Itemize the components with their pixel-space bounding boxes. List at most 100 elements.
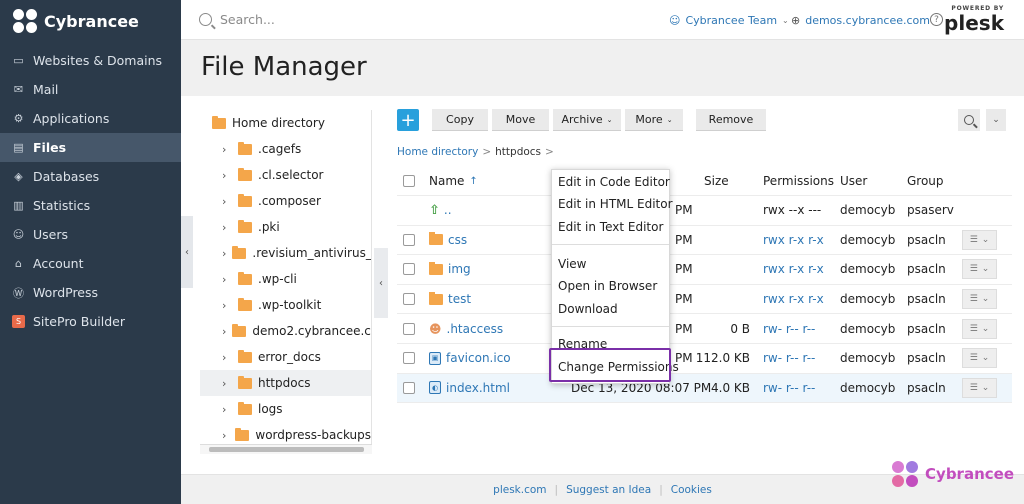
tree-item[interactable]: › .pki xyxy=(200,214,371,240)
row-menu-button[interactable]: ☰ ⌄ xyxy=(962,314,997,343)
sidebar-item-databases[interactable]: ◈ Databases xyxy=(0,162,181,191)
row-checkbox[interactable] xyxy=(403,285,415,314)
toolbar-options-button[interactable]: ⌄ xyxy=(986,109,1006,131)
column-group[interactable]: Group xyxy=(907,167,944,195)
row-checkbox[interactable] xyxy=(403,226,415,255)
column-name[interactable]: Name ↑ xyxy=(429,167,478,195)
menu-item-view[interactable]: View xyxy=(558,257,586,271)
remove-button[interactable]: Remove xyxy=(696,109,766,131)
more-dropdown[interactable]: More ⌄ xyxy=(625,109,683,131)
tree-collapse-button[interactable]: ‹ xyxy=(374,248,388,318)
tree-item[interactable]: › demo2.cybrancee.com xyxy=(200,318,371,344)
column-user[interactable]: User xyxy=(840,167,867,195)
team-dropdown[interactable]: ☺ Cybrancee Team ⌄ xyxy=(669,0,789,40)
sidebar-item-mail[interactable]: ✉ Mail xyxy=(0,75,181,104)
tree-item-selected[interactable]: › httpdocs xyxy=(200,370,371,396)
column-permissions[interactable]: Permissions xyxy=(763,167,834,195)
row-checkbox[interactable] xyxy=(403,255,415,284)
chevron-right-icon[interactable]: › xyxy=(222,351,232,364)
file-name[interactable]: .htaccess xyxy=(447,322,504,336)
file-name[interactable]: index.html xyxy=(446,381,510,395)
permissions-link[interactable]: rwx r-x r-x xyxy=(763,292,824,306)
tree-root[interactable]: Home directory xyxy=(200,110,371,136)
tree-item[interactable]: › .cagefs xyxy=(200,136,371,162)
scrollbar-thumb[interactable] xyxy=(209,447,364,452)
table-row[interactable]: ◐ index.html Dec 13, 2020 08:07 PM 4.0 KB… xyxy=(397,373,1012,404)
tree-item[interactable]: › .wp-toolkit xyxy=(200,292,371,318)
owner-group: psacln xyxy=(907,380,946,395)
chevron-right-icon[interactable]: › xyxy=(222,195,232,208)
tree-horizontal-scrollbar[interactable] xyxy=(200,444,372,454)
file-name[interactable]: .. xyxy=(444,203,452,217)
chevron-right-icon[interactable]: › xyxy=(222,429,229,442)
table-row[interactable]: img PM rwx r-x r-x democyb psacln ☰ ⌄ xyxy=(397,255,1012,285)
row-menu-button[interactable]: ☰ ⌄ xyxy=(962,344,997,373)
tree-item[interactable]: › error_docs xyxy=(200,344,371,370)
help-icon[interactable]: ? xyxy=(930,13,943,26)
tree-item[interactable]: › .cl.selector xyxy=(200,162,371,188)
file-name[interactable]: favicon.ico xyxy=(446,351,511,365)
move-button[interactable]: Move xyxy=(492,109,549,131)
chevron-right-icon[interactable]: › xyxy=(222,325,226,338)
tree-item[interactable]: › .revisium_antivirus_cach xyxy=(200,240,371,266)
chevron-right-icon[interactable]: › xyxy=(222,143,232,156)
sidebar-item-statistics[interactable]: ▥ Statistics xyxy=(0,191,181,220)
row-checkbox[interactable] xyxy=(403,314,415,343)
domain-link[interactable]: ⊕ demos.cybrancee.com xyxy=(791,0,930,40)
chevron-right-icon[interactable]: › xyxy=(222,403,232,416)
menu-item-edit-html[interactable]: Edit in HTML Editor xyxy=(558,197,673,211)
table-row[interactable]: ⇧.. PM rwx --x --- democyb psaserv xyxy=(397,196,1012,226)
sidebar-item-sitepro-builder[interactable]: S SitePro Builder xyxy=(0,307,181,336)
sidebar-item-users[interactable]: ☺ Users xyxy=(0,220,181,249)
row-menu-button[interactable]: ☰ ⌄ xyxy=(962,285,997,314)
search-input[interactable]: Search... xyxy=(181,12,641,27)
tree-item[interactable]: › logs xyxy=(200,396,371,422)
sidebar-item-wordpress[interactable]: Ⓦ WordPress xyxy=(0,278,181,307)
breadcrumb-home[interactable]: Home directory xyxy=(397,146,478,158)
sidebar-item-websites-domains[interactable]: ▭ Websites & Domains xyxy=(0,46,181,75)
menu-item-download[interactable]: Download xyxy=(558,302,618,316)
row-menu-button[interactable]: ☰ ⌄ xyxy=(962,374,997,403)
row-menu-button[interactable]: ☰ ⌄ xyxy=(962,226,997,255)
column-size[interactable]: Size xyxy=(704,167,729,195)
archive-dropdown[interactable]: Archive ⌄ xyxy=(553,109,621,131)
sidebar-item-applications[interactable]: ⚙ Applications xyxy=(0,104,181,133)
chevron-right-icon[interactable]: › xyxy=(222,169,232,182)
permissions-link[interactable]: rwx r-x r-x xyxy=(763,262,824,276)
menu-item-edit-text[interactable]: Edit in Text Editor xyxy=(558,220,663,234)
tree-item[interactable]: › .wp-cli xyxy=(200,266,371,292)
search-files-button[interactable] xyxy=(958,109,980,131)
sidebar-item-files[interactable]: ▤ Files xyxy=(0,133,181,162)
add-button[interactable]: + xyxy=(397,109,419,131)
table-row[interactable]: css PM rwx r-x r-x democyb psacln ☰ ⌄ xyxy=(397,226,1012,256)
chevron-right-icon[interactable]: › xyxy=(222,299,232,312)
permissions-link[interactable]: rw- r-- r-- xyxy=(763,351,815,365)
file-name[interactable]: css xyxy=(448,233,467,247)
permissions-link[interactable]: rwx r-x r-x xyxy=(763,233,824,247)
sidebar-item-account[interactable]: ⌂ Account xyxy=(0,249,181,278)
table-row[interactable]: ▣ favicon.ico PM 112.0 KB rw- r-- r-- dem… xyxy=(397,344,1012,374)
table-row[interactable]: test PM rwx r-x r-x democyb psacln ☰ ⌄ xyxy=(397,285,1012,315)
brand-logo[interactable]: Cybrancee xyxy=(0,0,181,42)
row-checkbox[interactable] xyxy=(403,374,415,403)
select-all-checkbox[interactable] xyxy=(403,167,415,195)
copy-button[interactable]: Copy xyxy=(432,109,488,131)
row-checkbox[interactable] xyxy=(403,344,415,373)
footer-link-plesk[interactable]: plesk.com xyxy=(493,484,546,496)
footer-link-suggest-idea[interactable]: Suggest an Idea xyxy=(566,484,651,496)
row-menu-button[interactable]: ☰ ⌄ xyxy=(962,255,997,284)
menu-item-edit-code[interactable]: Edit in Code Editor xyxy=(558,175,670,189)
footer-link-cookies[interactable]: Cookies xyxy=(671,484,712,496)
chevron-right-icon[interactable]: › xyxy=(222,221,232,234)
table-row[interactable]: ☻ .htaccess PM 0 B rw- r-- r-- democyb ps… xyxy=(397,314,1012,344)
chevron-right-icon[interactable]: › xyxy=(222,377,232,390)
sidebar-collapse-button[interactable]: ‹ xyxy=(181,216,193,288)
permissions-link[interactable]: rw- r-- r-- xyxy=(763,381,815,395)
file-name[interactable]: img xyxy=(448,262,471,276)
chevron-right-icon[interactable]: › xyxy=(222,247,226,260)
chevron-right-icon[interactable]: › xyxy=(222,273,232,286)
menu-item-open-browser[interactable]: Open in Browser xyxy=(558,279,657,293)
permissions-link[interactable]: rw- r-- r-- xyxy=(763,322,815,336)
file-name[interactable]: test xyxy=(448,292,471,306)
tree-item[interactable]: › .composer xyxy=(200,188,371,214)
